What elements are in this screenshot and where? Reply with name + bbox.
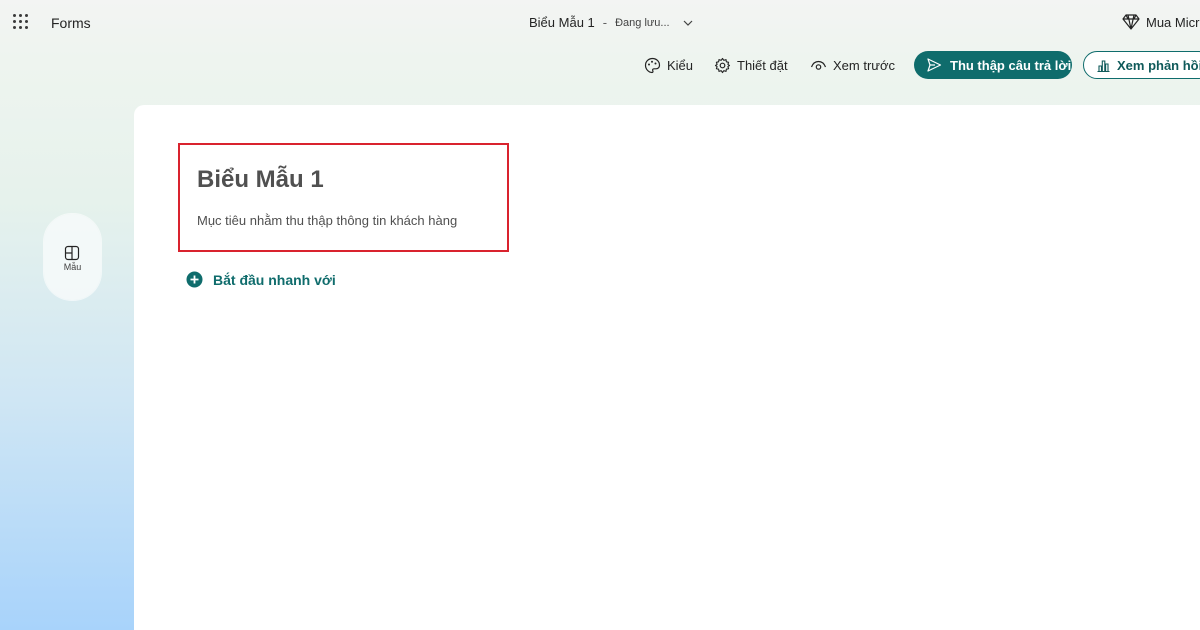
- app-name: Forms: [51, 15, 91, 31]
- gear-icon: [714, 57, 731, 73]
- style-button[interactable]: Kiểu: [644, 55, 693, 75]
- collect-responses-button[interactable]: Thu thập câu trả lời: [914, 51, 1072, 79]
- chevron-down-icon: [683, 20, 692, 26]
- top-bar: Forms Biểu Mẫu 1 - Đang lưu... Mua Micro: [0, 0, 1200, 46]
- save-status: Đang lưu...: [615, 16, 670, 29]
- preview-button[interactable]: Xem trước: [810, 55, 895, 75]
- style-label: Kiểu: [667, 57, 694, 73]
- collect-responses-label: Thu thập câu trả lời: [950, 57, 1072, 73]
- palette-icon: [644, 57, 661, 73]
- waffle-icon[interactable]: [13, 14, 29, 30]
- quick-start-button[interactable]: Bắt đầu nhanh với: [186, 271, 336, 288]
- document-title-menu[interactable]: Biểu Mẫu 1 - Đang lưu...: [529, 15, 694, 30]
- form-canvas: Biểu Mẫu 1 Mục tiêu nhằm thu thập thông …: [134, 105, 1200, 630]
- templates-label: Mẫu: [63, 262, 82, 272]
- preview-label: Xem trước: [833, 57, 896, 73]
- buy-microsoft-link[interactable]: Mua Micro: [1122, 14, 1200, 30]
- title-separator: -: [602, 15, 608, 30]
- send-icon: [927, 58, 942, 72]
- view-responses-button[interactable]: Xem phản hồi: [1083, 51, 1200, 79]
- form-description[interactable]: Mục tiêu nhằm thu thập thông tin khách h…: [197, 213, 457, 228]
- chart-icon: [1097, 59, 1110, 72]
- settings-button[interactable]: Thiết đặt: [714, 55, 788, 75]
- form-title[interactable]: Biểu Mẫu 1: [197, 166, 324, 194]
- view-responses-label: Xem phản hồi: [1117, 57, 1200, 73]
- layout-icon: [64, 245, 80, 261]
- templates-button[interactable]: Mẫu: [44, 214, 101, 300]
- quick-start-label: Bắt đầu nhanh với: [213, 271, 336, 288]
- form-title-section[interactable]: Biểu Mẫu 1 Mục tiêu nhằm thu thập thông …: [178, 143, 509, 252]
- eye-icon: [810, 60, 827, 70]
- diamond-icon: [1122, 14, 1140, 30]
- buy-label: Mua Micro: [1146, 14, 1200, 30]
- document-title: Biểu Mẫu 1: [529, 15, 595, 30]
- settings-label: Thiết đặt: [737, 57, 788, 73]
- add-circle-icon: [186, 271, 203, 288]
